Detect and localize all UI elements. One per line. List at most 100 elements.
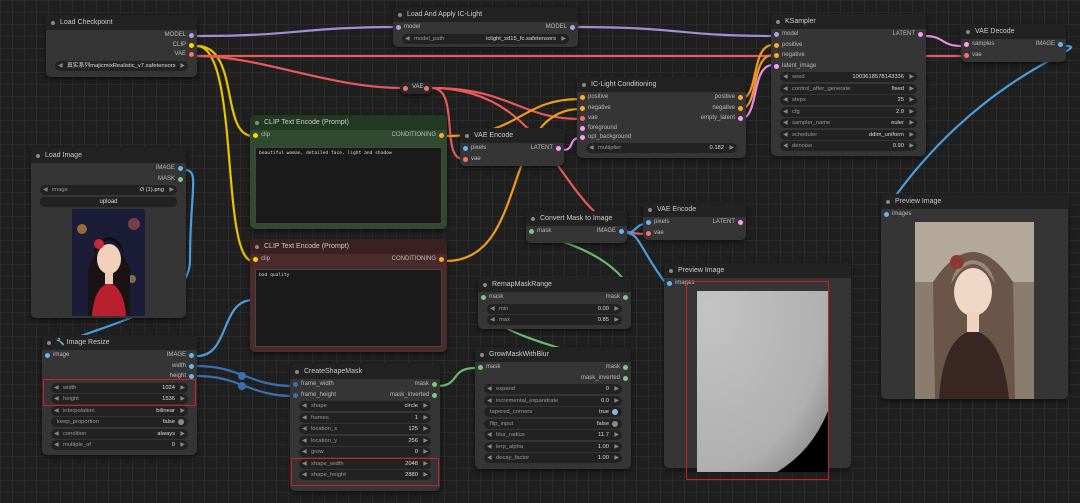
output-port[interactable] [189,374,194,379]
output-port[interactable] [189,353,194,358]
input-port[interactable] [774,32,779,37]
node-clip-negative[interactable]: CLIP Text Encode (Prompt) clip CONDITIONI… [250,239,447,352]
input-model-port[interactable] [396,25,401,30]
input-port[interactable] [293,382,298,387]
scheduler-widget[interactable]: ◀ scheduler ddim_uniform ▶ [780,129,917,140]
location-x-widget[interactable]: ◀ location_x 125 ▶ [299,424,431,434]
toggle-knob-icon[interactable] [178,419,184,425]
output-port[interactable] [556,146,561,151]
input-port[interactable] [45,353,50,358]
right-arrow-icon[interactable]: ▶ [561,34,566,44]
sampler-widget[interactable]: ◀ sampler_name euler ▶ [780,118,917,128]
output-port[interactable] [918,32,923,37]
input-port[interactable] [667,281,672,286]
node-load-image[interactable]: Load Image IMAGE MASK ◀ image i3 (1).png ▶ … [31,148,186,318]
node-load-iclight[interactable]: Load And Apply IC-Light model MODEL ◀ mode… [393,7,578,47]
input-port[interactable] [646,220,651,225]
output-model-port[interactable] [570,25,575,30]
output-port[interactable] [619,229,624,234]
input-port[interactable] [646,230,651,236]
input-port[interactable] [463,156,468,162]
right-arrow-icon[interactable]: ▶ [180,61,185,71]
output-model-port[interactable] [189,33,194,38]
grow-widget[interactable]: ◀ grow 0 ▶ [299,447,431,457]
left-arrow-icon[interactable]: ◀ [58,61,63,71]
output-port[interactable] [623,375,628,381]
multiple-of-widget[interactable]: ◀ multiple_of 0 ▶ [51,440,188,450]
output-clip-port[interactable] [189,42,194,48]
node-image-resize[interactable]: 🔧 Image Resize image IMAGE width height ◀… [42,335,197,455]
input-port[interactable] [964,42,969,47]
output-port[interactable] [178,166,183,171]
node-ksampler[interactable]: KSampler model LATENT positive negative l… [771,14,926,156]
input-port[interactable] [293,392,298,398]
output-port[interactable] [738,220,743,225]
denoise-widget[interactable]: ◀ denoise 0.90 ▶ [780,141,917,151]
node-iclight-conditioning[interactable]: IC-Light Conditioning positive positive n… [577,77,746,158]
input-port[interactable] [529,229,534,234]
height-widget[interactable]: ◀ height 1536 ▶ [51,394,188,404]
node-vae-encode-2[interactable]: VAE Encode pixels LATENT vae [643,202,746,240]
min-widget[interactable]: ◀ min 0.00 ▶ [487,303,622,314]
prompt-textarea[interactable]: bad quality [255,269,442,347]
input-port[interactable] [481,295,486,300]
flip-input-toggle[interactable]: flip_input false [484,418,622,429]
shape-height-widget[interactable]: ◀ shape_height 2880 ▶ [299,470,431,480]
input-port[interactable] [580,125,585,131]
output-port[interactable] [439,257,444,262]
seed-widget[interactable]: ◀ seed 1003618578143336 ▶ [780,72,917,82]
input-port[interactable] [253,133,258,138]
input-port[interactable] [463,146,468,151]
output-port[interactable] [738,105,743,111]
output-vae-port[interactable] [189,52,194,57]
steps-widget[interactable]: ◀ steps 25 ▶ [780,95,917,105]
node-load-checkpoint[interactable]: Load Checkpoint MODEL CLIP VAE ◀ 真实系列maji… [46,15,197,77]
lerp-alpha-widget[interactable]: ◀ lerp_alpha 1.00 ▶ [484,441,622,452]
input-port[interactable] [964,52,969,58]
width-widget[interactable]: ◀ width 1024 ▶ [51,382,188,393]
blur-radius-widget[interactable]: ◀ blur_radius 11.7 ▶ [484,430,622,440]
node-vae-decode[interactable]: VAE Decode samples IMAGE vae [961,24,1066,62]
condition-widget[interactable]: ◀ condition always ▶ [51,428,188,439]
input-port[interactable] [774,42,779,48]
location-y-widget[interactable]: ◀ location_y 256 ▶ [299,435,431,446]
image-widget[interactable]: ◀ image i3 (1).png ▶ [40,185,177,195]
node-clip-positive[interactable]: CLIP Text Encode (Prompt) clip CONDITIONI… [250,115,447,229]
prompt-textarea[interactable]: beautiful woman, detailed face, light an… [255,147,442,224]
interpolation-widget[interactable]: ◀ interpolation bilinear ▶ [51,405,188,416]
input-port[interactable] [478,365,483,370]
input-port[interactable] [884,212,889,217]
toggle-knob-icon[interactable] [612,409,618,415]
input-port[interactable] [253,257,258,262]
output-port[interactable] [1058,42,1063,47]
vae-reroute[interactable]: VAE [400,82,432,94]
input-port[interactable] [580,105,585,111]
decay-factor-widget[interactable]: ◀ decay_factor 1.00 ▶ [484,453,622,463]
input-port[interactable] [774,63,779,69]
tapered-corners-toggle[interactable]: tapered_corners true [484,407,622,417]
toggle-knob-icon[interactable] [612,420,618,427]
output-port[interactable] [738,95,743,100]
node-create-shape-mask[interactable]: CreateShapeMask frame_width mask frame_he… [290,364,440,491]
input-port[interactable] [774,53,779,58]
max-widget[interactable]: ◀ max 0.85 ▶ [487,315,622,325]
input-port[interactable] [580,134,585,140]
output-port[interactable] [738,116,743,121]
left-arrow-icon[interactable]: ◀ [405,34,410,44]
output-port[interactable] [432,392,437,398]
output-port[interactable] [178,176,183,182]
output-port[interactable] [189,363,194,369]
shape-width-widget[interactable]: ◀ shape_width 2048 ▶ [299,458,431,469]
incremental-expandrate-widget[interactable]: ◀ incremental_expandrate 0.0 ▶ [484,395,622,406]
output-port[interactable] [439,133,444,138]
reroute-out-port[interactable] [424,85,429,91]
output-port[interactable] [623,295,628,300]
node-preview-result[interactable]: Preview Image images [881,194,1068,399]
input-port[interactable] [580,116,585,121]
input-port[interactable] [580,95,585,100]
node-remap-mask[interactable]: RemapMaskRange mask mask ◀ min 0.00 ▶ ◀ max 0.… [478,277,631,329]
node-preview-mask[interactable]: Preview Image images [664,263,851,472]
model-path-widget[interactable]: ◀ model_path iclight_sd15_fc.safetensors ▶ [402,33,569,44]
output-port[interactable] [432,382,437,387]
keep-proportion-toggle[interactable]: keep_proportion false [51,417,188,427]
